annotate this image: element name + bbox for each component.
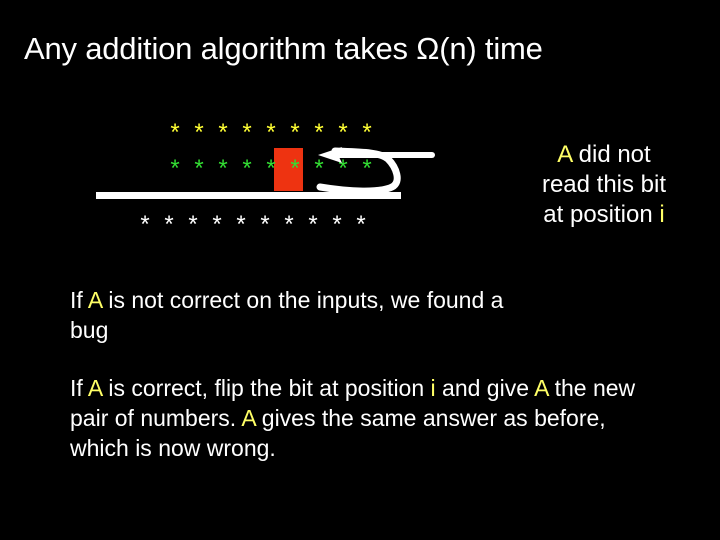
- star-sum-4: *: [212, 211, 222, 238]
- para2-seg2: is correct, flip the bit at position: [101, 375, 431, 401]
- star-operand-b-4: *: [242, 155, 252, 182]
- para2-highlight-a-1: A: [87, 375, 102, 401]
- star-sum-3: *: [188, 211, 198, 238]
- caption-line2: read this bit: [541, 171, 667, 198]
- star-operand-a-3: *: [218, 119, 228, 146]
- para2-seg1: If: [70, 375, 88, 401]
- star-sum-1: *: [140, 211, 150, 238]
- star-row-sum: * * * * * * * * * *: [133, 213, 373, 237]
- star-operand-a-5: *: [266, 119, 276, 146]
- caption-highlight-a: A: [557, 141, 572, 168]
- star-sum-7: *: [284, 211, 294, 238]
- binary-addition-star-diagram: * * * * * * * * * * * * * * * * * * * * * * * * * * * *: [0, 0, 460, 260]
- body-paragraph-2: If A is correct, flip the bit at positio…: [70, 373, 670, 463]
- para1-highlight-a: A: [87, 287, 102, 313]
- star-operand-b-1: *: [170, 155, 180, 182]
- star-operand-b-3: *: [218, 155, 228, 182]
- para2-highlight-a-2: A: [534, 375, 549, 401]
- body-paragraph-1: If A is not correct on the inputs, we fo…: [70, 285, 540, 345]
- para1-seg2: is not correct on the inputs, we found a…: [70, 287, 504, 343]
- caption-line1-rest: did not: [571, 141, 651, 168]
- caption-a-did-not-read: A did not read this bit at position i: [498, 140, 710, 230]
- star-operand-a-1: *: [170, 119, 180, 146]
- para1-seg1: If: [70, 287, 88, 313]
- star-operand-a-4: *: [242, 119, 252, 146]
- star-sum-5: *: [236, 211, 246, 238]
- star-sum-2: *: [164, 211, 174, 238]
- star-operand-a-2: *: [194, 119, 204, 146]
- para2-highlight-a-3: A: [241, 405, 256, 431]
- star-operand-b-5: *: [266, 155, 276, 182]
- caption-line3-prefix: at position: [543, 201, 660, 228]
- star-sum-9: *: [332, 211, 342, 238]
- star-sum-10: *: [356, 211, 366, 238]
- star-operand-b-2: *: [194, 155, 204, 182]
- star-sum-6: *: [260, 211, 270, 238]
- caption-highlight-i: i: [659, 201, 665, 228]
- slide-canvas: Any addition algorithm takes Ω(n) time *…: [0, 0, 720, 540]
- para2-seg3: and give: [435, 375, 535, 401]
- star-sum-8: *: [308, 211, 318, 238]
- pointer-arrow-icon: [316, 147, 435, 195]
